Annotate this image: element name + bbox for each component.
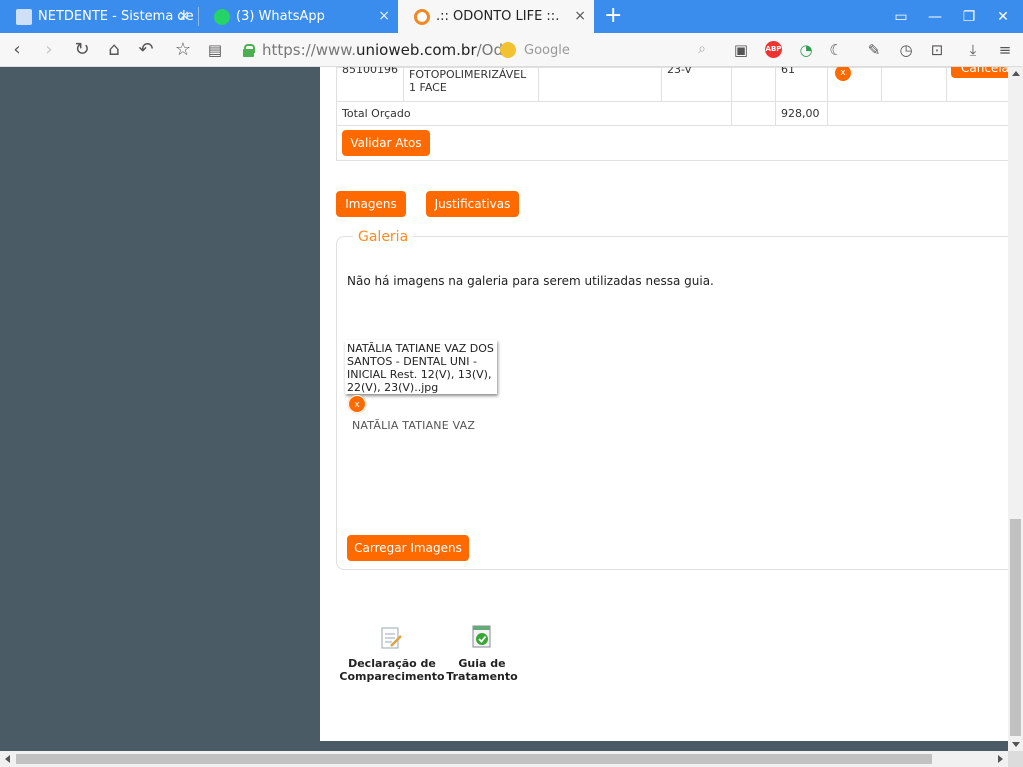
- lock-icon: [243, 43, 255, 57]
- empty-cell: [731, 101, 776, 126]
- document-label-line: Declaração de: [348, 657, 436, 670]
- tab-netdente[interactable]: NETDENTE - Sistema de ×: [0, 0, 198, 33]
- total-label: Total Orçado: [342, 107, 411, 120]
- adblock-icon[interactable]: ABP: [765, 41, 782, 58]
- procedure-cell: FOTOPOLIMERIZÁVEL 1 FACE: [403, 67, 539, 102]
- empty-cell: [827, 101, 1008, 126]
- document-pencil-icon: [381, 627, 402, 649]
- address-bar[interactable]: https://www.unioweb.com.br/Odo: [243, 38, 515, 62]
- justifications-button[interactable]: Justificativas: [426, 191, 519, 217]
- search-engine-icon: [500, 42, 516, 58]
- close-icon[interactable]: ×: [378, 8, 390, 24]
- toolbox-icon[interactable]: ▣: [730, 39, 752, 61]
- validate-box: [336, 125, 1008, 161]
- cancel-button[interactable]: Cancelar: [951, 67, 1008, 78]
- gallery-empty-message: Não há imagens na galeria para serem uti…: [347, 274, 714, 288]
- notes-icon[interactable]: ▤: [204, 39, 226, 61]
- restore-icon[interactable]: ❐: [952, 0, 986, 33]
- close-icon[interactable]: ×: [178, 8, 190, 24]
- url-prefix: https://www.: [262, 41, 356, 59]
- tooth-value: 23-V: [667, 67, 692, 76]
- tab-whatsapp[interactable]: (3) WhatsApp ×: [198, 0, 398, 33]
- crop-icon[interactable]: ⊡: [926, 39, 948, 61]
- tab-odonto-life[interactable]: .:: ODONTO LIFE ::. ×: [398, 0, 594, 33]
- tab-title: .:: ODONTO LIFE ::.: [436, 9, 560, 24]
- thumbnail-caption: NATÃLIA TATIANE VAZ DOS SANTOS - DENTAL …: [347, 342, 494, 394]
- upload-images-button[interactable]: Carregar Imagens: [347, 535, 469, 561]
- procedures-table: 85100196 FOTOPOLIMERIZÁVEL 1 FACE 23-V 6…: [336, 67, 1008, 126]
- scroll-thumb[interactable]: [1010, 519, 1021, 736]
- scroll-right-icon[interactable]: [998, 755, 1003, 763]
- document-label: Declaração de Comparecimento: [336, 657, 448, 683]
- search-placeholder: Google: [524, 42, 570, 58]
- star-icon[interactable]: ☆: [172, 39, 194, 61]
- home-icon[interactable]: ⌂: [103, 39, 125, 61]
- tab-title: NETDENTE - Sistema de: [38, 9, 194, 24]
- document-label-line: Guia de: [458, 657, 506, 670]
- document-label: Guia de Tratamento: [444, 657, 520, 683]
- empty-cell: [538, 67, 662, 102]
- undo-icon[interactable]: ↶: [135, 39, 157, 61]
- history-icon[interactable]: ◷: [895, 39, 917, 61]
- checked-document-icon: [472, 625, 491, 648]
- tools-icon[interactable]: ✎: [863, 39, 885, 61]
- reader-icon[interactable]: ▭: [884, 0, 918, 33]
- table-row: 85100196 FOTOPOLIMERIZÁVEL 1 FACE 23-V 6…: [336, 67, 1008, 102]
- reload-icon[interactable]: ↻: [71, 39, 93, 61]
- url-text: https://www.unioweb.com.br/Odo: [262, 41, 512, 59]
- new-tab-button[interactable]: +: [604, 4, 622, 28]
- document-label-line: Tratamento: [446, 670, 518, 683]
- total-label-cell: Total Orçado: [336, 101, 732, 126]
- scroll-thumb[interactable]: [16, 754, 932, 764]
- minimize-icon[interactable]: —: [918, 0, 952, 33]
- remove-cell: x: [827, 67, 882, 102]
- url-domain: unioweb.com.br: [355, 41, 477, 59]
- vertical-scrollbar[interactable]: [1008, 67, 1023, 751]
- tooth-cell: 23-V: [661, 67, 732, 102]
- left-sidebar: [0, 67, 320, 751]
- back-icon[interactable]: ‹: [6, 39, 28, 61]
- scroll-down-icon[interactable]: [1012, 742, 1020, 747]
- remove-image-icon[interactable]: x: [348, 395, 366, 413]
- total-value: 928,00: [781, 107, 820, 120]
- sidebar-bottom: [320, 741, 1008, 751]
- horizontal-scrollbar[interactable]: [0, 751, 1008, 767]
- remove-icon[interactable]: x: [835, 67, 851, 81]
- total-value-cell: 928,00: [775, 101, 828, 126]
- download-icon[interactable]: ⤓: [962, 39, 984, 61]
- code-cell: 85100196: [336, 67, 404, 102]
- window-close-icon[interactable]: ✕: [986, 0, 1020, 33]
- image-file-label: NATÃLIA TATIANE VAZ: [352, 419, 476, 432]
- night-mode-icon[interactable]: ☾: [825, 39, 847, 61]
- validate-acts-button[interactable]: Validar Atos: [342, 130, 430, 156]
- empty-cell: [731, 67, 776, 102]
- code-value: 85100196: [342, 67, 398, 76]
- gallery-legend: Galeria: [353, 229, 414, 245]
- scroll-up-icon[interactable]: [1012, 71, 1020, 76]
- tab-bar: NETDENTE - Sistema de × (3) WhatsApp × .…: [0, 0, 1023, 33]
- procedure-value: FOTOPOLIMERIZÁVEL 1 FACE: [409, 68, 527, 94]
- empty-cell: [881, 67, 947, 102]
- image-thumbnail[interactable]: NATÃLIA TATIANE VAZ DOS SANTOS - DENTAL …: [345, 340, 497, 394]
- menu-icon[interactable]: ≡: [994, 39, 1016, 61]
- total-row: Total Orçado 928,00: [336, 101, 1008, 126]
- whatsapp-icon: [214, 8, 230, 25]
- search-box[interactable]: Google ⌕: [500, 38, 712, 62]
- scroll-left-icon[interactable]: [5, 755, 10, 763]
- images-button[interactable]: Imagens: [336, 191, 406, 217]
- tab-title: (3) WhatsApp: [236, 9, 325, 24]
- search-icon[interactable]: ⌕: [698, 41, 706, 57]
- document-label-line: Comparecimento: [339, 670, 445, 683]
- cancel-cell: Cancelar: [946, 67, 1008, 102]
- scrollbar-corner: [1008, 751, 1023, 767]
- value-cell: 61: [775, 67, 828, 102]
- sync-icon[interactable]: ◔: [795, 39, 817, 61]
- navigation-bar: ‹ › ↻ ⌂ ↶ ☆ ▤ https://www.unioweb.com.br…: [0, 33, 1023, 67]
- content-panel: 85100196 FOTOPOLIMERIZÁVEL 1 FACE 23-V 6…: [320, 67, 1008, 741]
- page-icon: [16, 8, 32, 25]
- close-icon[interactable]: ×: [574, 8, 586, 24]
- forward-icon[interactable]: ›: [38, 39, 60, 61]
- odonto-logo-icon: [414, 8, 430, 25]
- value-value: 61: [781, 67, 795, 76]
